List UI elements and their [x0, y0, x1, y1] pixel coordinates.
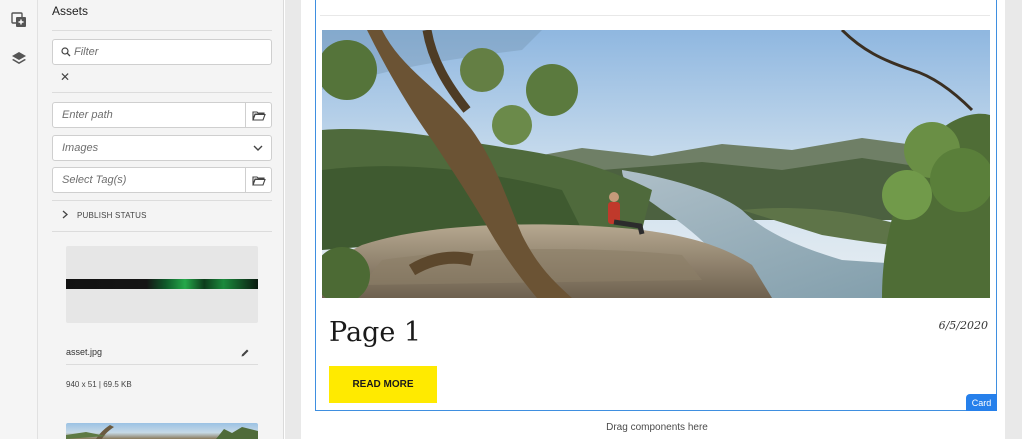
- path-input[interactable]: Enter path: [52, 102, 272, 128]
- pencil-icon[interactable]: [240, 345, 250, 363]
- asset-meta: 940 x 51 | 69.5 KB: [66, 380, 132, 389]
- card-title: Page 1: [329, 317, 422, 348]
- chevron-right-icon: [62, 210, 68, 221]
- card-date: 6/5/2020: [938, 319, 988, 332]
- drop-zone-hint[interactable]: Drag components here: [285, 422, 1022, 433]
- chevron-down-icon: [245, 145, 271, 151]
- path-placeholder: Enter path: [62, 109, 113, 121]
- filter-input[interactable]: Filter: [52, 39, 272, 65]
- asset-thumbnail[interactable]: [66, 423, 258, 439]
- read-more-button[interactable]: READ MORE: [329, 366, 437, 403]
- divider: [52, 30, 272, 31]
- filter-placeholder: Filter: [74, 46, 99, 58]
- publish-status-toggle[interactable]: PUBLISH STATUS: [62, 210, 147, 221]
- card-hero-image: [322, 30, 990, 298]
- assets-panel: Assets Filter ✕ Enter path Images Select…: [38, 0, 284, 439]
- publish-status-label: PUBLISH STATUS: [77, 211, 147, 220]
- divider: [52, 92, 272, 93]
- clear-filter-icon[interactable]: ✕: [60, 70, 70, 84]
- asset-name: asset.jpg: [66, 347, 103, 357]
- divider: [66, 364, 258, 365]
- divider: [320, 15, 990, 16]
- asset-type-select[interactable]: Images: [52, 135, 272, 161]
- card-component-badge[interactable]: Card: [966, 394, 997, 411]
- divider: [52, 231, 272, 232]
- divider: [52, 200, 272, 201]
- landscape-thumbnail-image: [66, 425, 258, 439]
- asset-preview-image: [66, 279, 258, 289]
- search-icon: [53, 47, 71, 57]
- folder-icon[interactable]: [245, 168, 271, 192]
- panel-title: Assets: [52, 4, 89, 18]
- asset-type-value: Images: [62, 142, 99, 154]
- layers-icon[interactable]: [9, 48, 29, 68]
- side-rail: [0, 0, 38, 439]
- tags-placeholder: Select Tag(s): [62, 174, 127, 186]
- add-component-icon[interactable]: [9, 10, 29, 30]
- tags-input[interactable]: Select Tag(s): [52, 167, 272, 193]
- asset-thumbnail[interactable]: [66, 246, 258, 323]
- folder-icon[interactable]: [245, 103, 271, 127]
